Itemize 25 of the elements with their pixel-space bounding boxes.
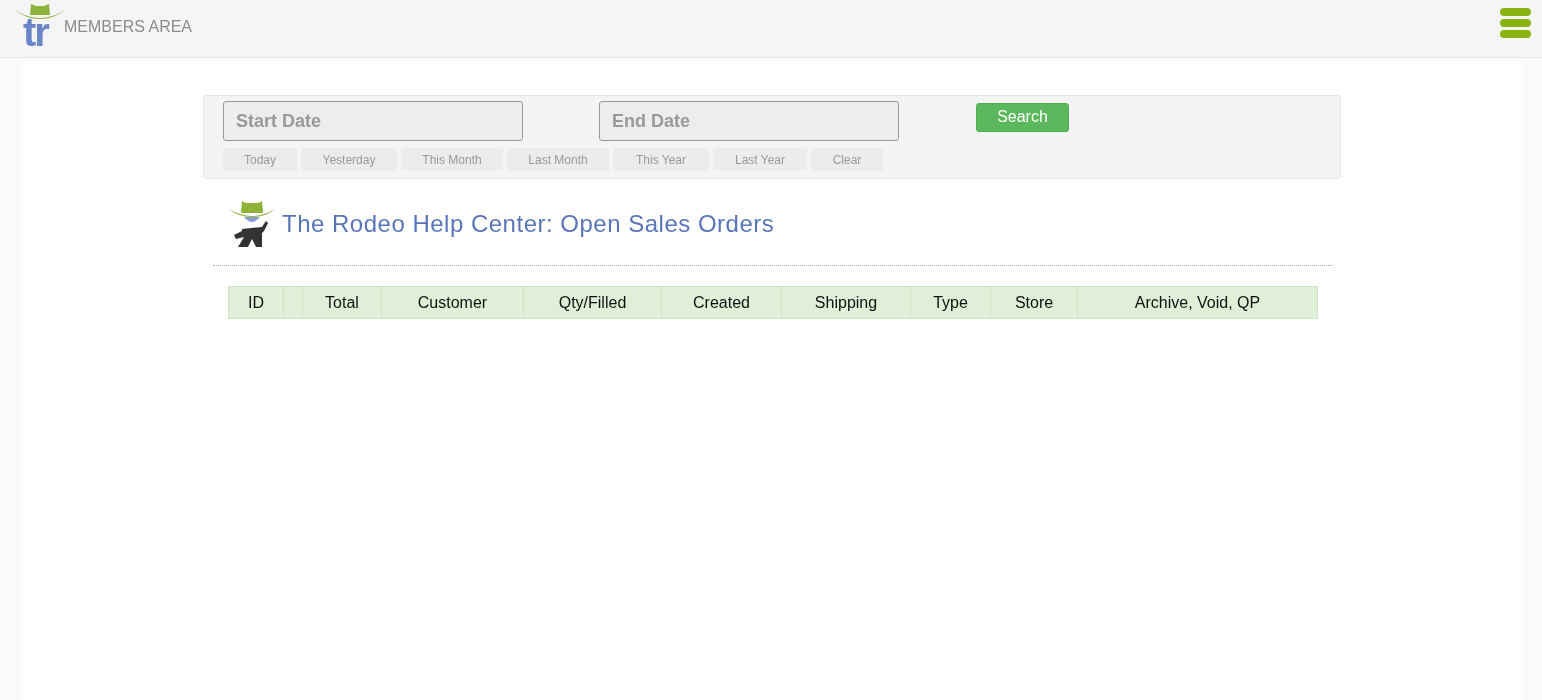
logo-text[interactable]: tr — [23, 12, 48, 52]
search-button[interactable]: Search — [976, 102, 1069, 132]
cowboy-icon — [228, 199, 276, 249]
empty-column-header — [283, 286, 302, 319]
date-range-button[interactable]: Yesterday — [301, 148, 397, 171]
column-header: Total — [302, 286, 381, 319]
date-range-button[interactable]: This Year — [613, 148, 709, 171]
column-header: Created — [661, 286, 781, 319]
menu-icon[interactable] — [1500, 8, 1531, 38]
date-range-button[interactable]: Last Year — [713, 148, 807, 171]
date-range-button[interactable]: Last Month — [507, 148, 609, 171]
column-header: Customer — [381, 286, 523, 319]
date-range-button[interactable]: Clear — [811, 148, 883, 171]
date-range-button[interactable]: Today — [223, 148, 297, 171]
end-date-field[interactable]: End Date — [599, 101, 899, 141]
members-area-title: MEMBERS AREA — [64, 17, 193, 36]
column-header: Archive, Void, QP — [1077, 286, 1318, 319]
date-range-button[interactable]: This Month — [401, 148, 503, 171]
column-header: Store — [990, 286, 1077, 319]
start-date-field[interactable]: Start Date — [223, 101, 523, 141]
column-header: ID — [228, 286, 283, 319]
page-title: The Rodeo Help Center: Open Sales Orders — [282, 210, 775, 238]
column-header: Qty/Filled — [523, 286, 661, 319]
column-header: Shipping — [781, 286, 910, 319]
column-header: Type — [910, 286, 990, 319]
